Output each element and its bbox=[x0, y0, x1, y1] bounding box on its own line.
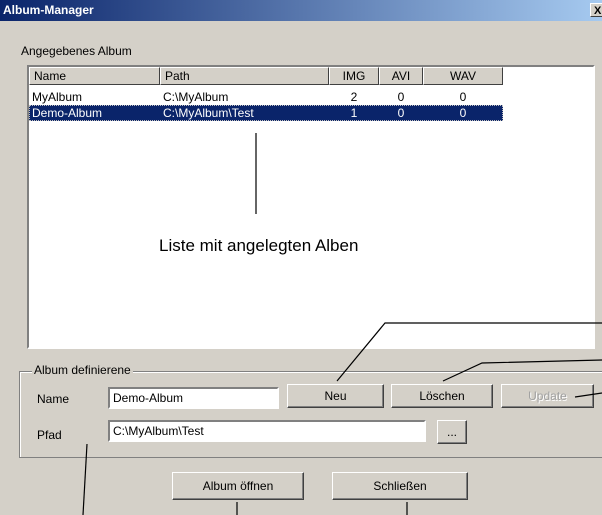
album-manager-window: Album-Manager X Angegebenes Album Name P… bbox=[0, 0, 602, 515]
callout-name-line bbox=[82, 443, 88, 515]
callout-update-line bbox=[574, 392, 602, 398]
annotation-callout-lines bbox=[82, 133, 602, 515]
callout-delete-line bbox=[442, 359, 602, 382]
callout-new-line bbox=[336, 322, 602, 382]
